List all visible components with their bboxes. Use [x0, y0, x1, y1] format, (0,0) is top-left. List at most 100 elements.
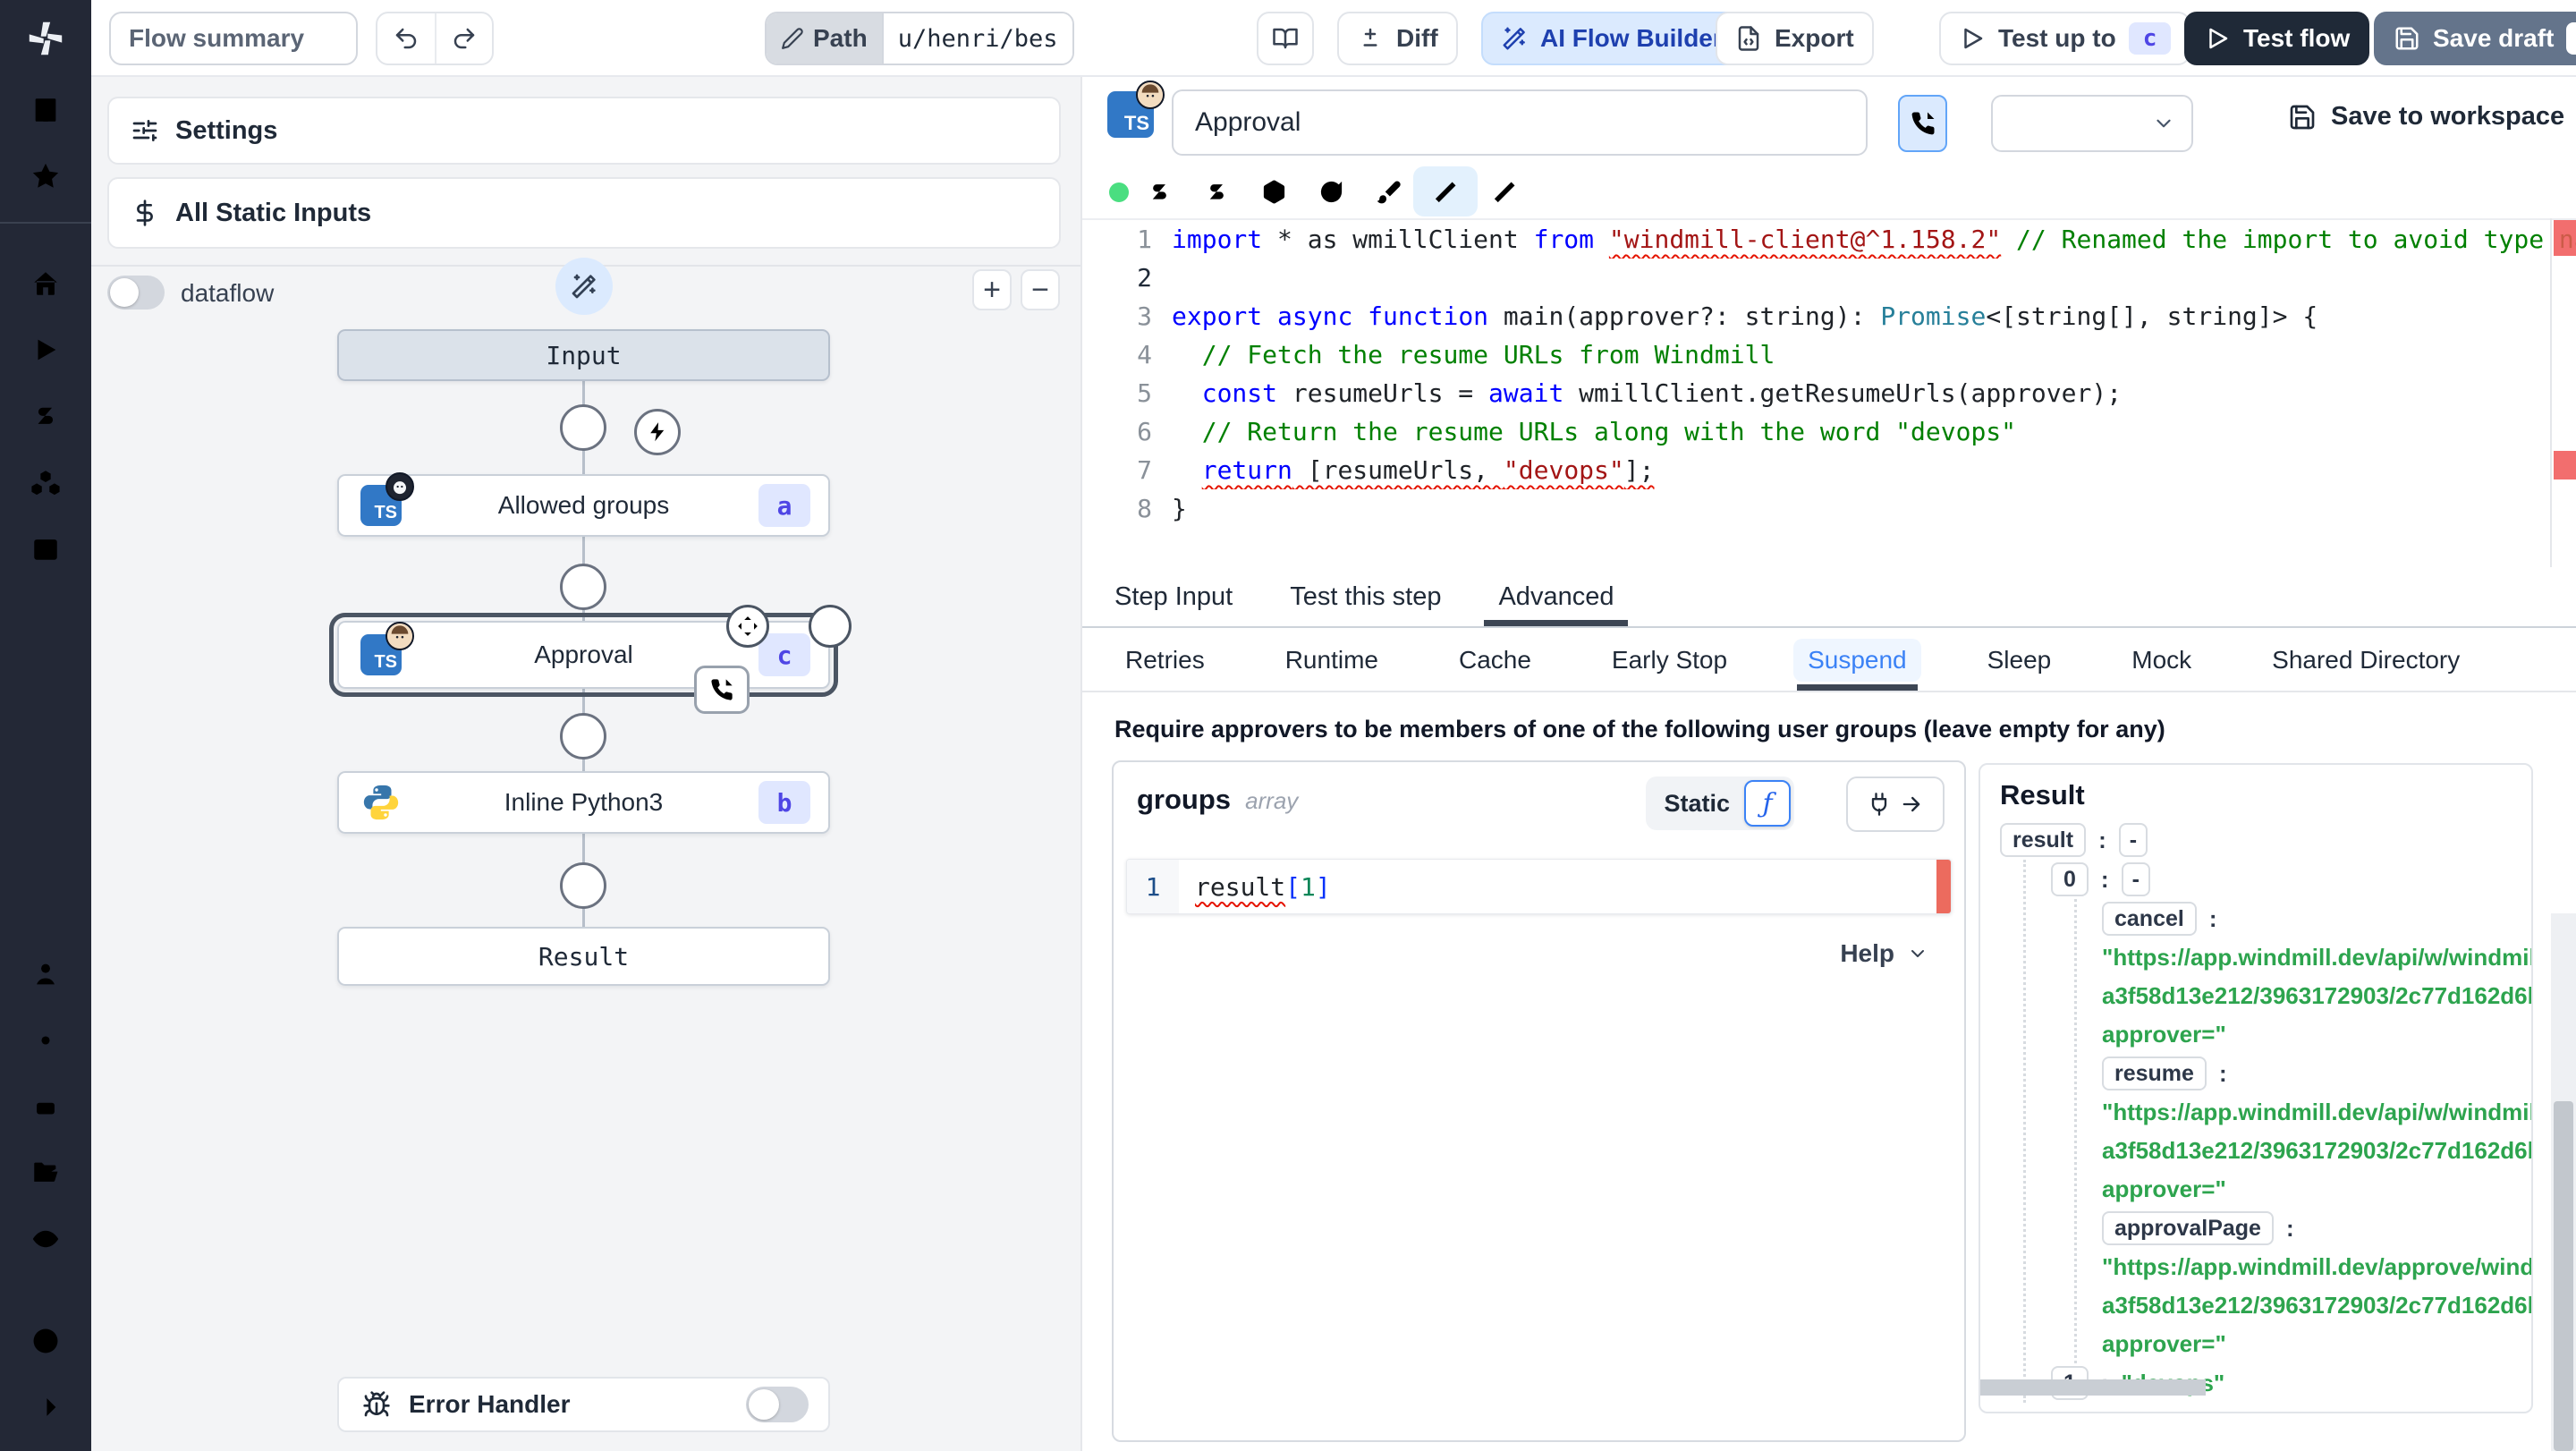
subtab-cache[interactable]: Cache	[1445, 630, 1546, 691]
runs-play-icon[interactable]	[0, 317, 91, 383]
tab-advanced[interactable]: Advanced	[1484, 567, 1629, 626]
result-title: Result	[2000, 779, 2085, 810]
result-row: resume:	[2102, 1054, 2531, 1093]
audit-eye-icon[interactable]	[0, 1206, 91, 1272]
subtab-shared-directory[interactable]: Shared Directory	[2258, 630, 2474, 691]
result-key-pill[interactable]: resume	[2102, 1056, 2207, 1090]
all-static-inputs-button[interactable]: All Static Inputs	[107, 177, 1061, 249]
help-toggle[interactable]: Help	[1840, 939, 1928, 968]
save-draft-button[interactable]: Save draft C	[2374, 12, 2576, 65]
node-inline-python3[interactable]: Inline Python3 b	[337, 771, 830, 834]
error-handler-toggle[interactable]	[746, 1387, 809, 1422]
dollar-icon	[131, 199, 159, 227]
field-type: array	[1245, 787, 1299, 814]
node-result[interactable]: Result	[337, 927, 830, 986]
result-tree: result: -0: - cancel: "https://app.windmill.…	[2000, 820, 2531, 1403]
collapse-toggle[interactable]: -	[2121, 862, 2150, 896]
result-key-pill[interactable]: 0	[2051, 862, 2089, 896]
subtab-sleep[interactable]: Sleep	[1973, 630, 2066, 691]
subtab-retries[interactable]: Retries	[1111, 630, 1219, 691]
docs-book-button[interactable]	[1257, 12, 1314, 65]
expand-arrow-icon[interactable]	[0, 1374, 91, 1440]
redo-button[interactable]	[435, 13, 492, 64]
delete-step-button[interactable]	[809, 605, 852, 648]
path-value[interactable]: u/henri/bes	[881, 13, 1072, 64]
dataflow-label: dataflow	[181, 279, 275, 307]
code-editor[interactable]: 1 import * as wmillClient from "windmill-…	[1082, 218, 2576, 567]
dollar-icon[interactable]	[1199, 174, 1234, 209]
wand-off-icon[interactable]	[1487, 174, 1522, 209]
test-flow-button[interactable]: Test flow	[2184, 12, 2370, 65]
add-step-button[interactable]	[560, 713, 606, 759]
result-value: "https://app.windmill.dev/api/w/windmill…	[2102, 944, 2531, 971]
suspend-phone-button[interactable]	[1898, 95, 1947, 152]
collapse-toggle[interactable]: -	[2118, 823, 2148, 857]
windmill-flow-editor: Path u/henri/bes Diff AI Flow Builder Ex…	[0, 0, 2576, 1451]
test-up-to-button[interactable]: Test up to c	[1939, 12, 2191, 65]
tab-step-input[interactable]: Step Input	[1114, 567, 1233, 626]
line-number: 2	[1137, 263, 1152, 293]
horizontal-scrollbar[interactable]	[1980, 1379, 2206, 1396]
dataflow-toggle[interactable]	[107, 276, 165, 310]
export-button[interactable]: Export	[1716, 12, 1874, 65]
zoom-in-button[interactable]: +	[972, 269, 1012, 310]
library-icon[interactable]	[2488, 174, 2524, 209]
tag-select-dropdown[interactable]	[1991, 95, 2193, 152]
error-handler-card[interactable]: Error Handler	[337, 1377, 830, 1432]
home-icon[interactable]	[0, 250, 91, 317]
diff-button[interactable]: Diff	[1337, 12, 1458, 65]
dollar-icon[interactable]	[1141, 174, 1177, 209]
subtab-suspend[interactable]: Suspend	[1793, 630, 1921, 691]
schedules-calendar-icon[interactable]	[0, 515, 91, 581]
connect-input-button[interactable]	[1846, 776, 1945, 832]
add-step-button[interactable]	[560, 862, 606, 909]
building-icon[interactable]	[0, 77, 91, 143]
ai-assistant-wand-button[interactable]	[1413, 166, 1478, 216]
star-icon[interactable]	[0, 143, 91, 209]
undo-button[interactable]	[377, 13, 435, 64]
groups-expression-editor[interactable]: 1 result[1]	[1126, 859, 1952, 914]
subtab-mock[interactable]: Mock	[2117, 630, 2206, 691]
zoom-out-button[interactable]: −	[1021, 269, 1060, 310]
add-step-button[interactable]	[560, 564, 606, 610]
error-bar	[1936, 860, 1951, 913]
step-name-input[interactable]	[1172, 89, 1868, 156]
user-icon[interactable]	[0, 941, 91, 1007]
function-mode-button[interactable]: ƒ	[1744, 780, 1791, 827]
bug-icon	[362, 1390, 391, 1419]
tab-test-this-step[interactable]: Test this step	[1290, 567, 1441, 626]
windmill-logo[interactable]	[0, 0, 91, 77]
reload-icon[interactable]	[1313, 174, 1349, 209]
vertical-scrollbar[interactable]	[2554, 1101, 2573, 1451]
subtab-early-stop[interactable]: Early Stop	[1597, 630, 1741, 691]
add-trigger-lightning-button[interactable]	[634, 409, 681, 455]
format-brush-icon[interactable]	[1370, 174, 1406, 209]
variables-dollar-icon[interactable]	[0, 383, 91, 449]
undo-redo-group	[376, 12, 494, 65]
resources-boxes-icon[interactable]	[0, 449, 91, 515]
subtab-runtime[interactable]: Runtime	[1271, 630, 1393, 691]
code-line: 4 // Fetch the resume URLs from Windmill	[1082, 335, 2576, 374]
add-step-button[interactable]	[560, 404, 606, 451]
ai-flow-builder-button[interactable]: AI Flow Builder	[1481, 12, 1742, 65]
flow-settings-button[interactable]: Settings	[107, 97, 1061, 165]
settings-gear-icon[interactable]	[0, 1007, 91, 1073]
folders-icon[interactable]	[0, 1140, 91, 1206]
line-number: 4	[1137, 340, 1152, 369]
result-key-pill[interactable]: result	[2000, 823, 2087, 857]
package-icon[interactable]	[1256, 174, 1292, 209]
flow-summary-input[interactable]	[109, 12, 358, 65]
workers-robot-icon[interactable]	[0, 1073, 91, 1140]
result-row: cancel:	[2102, 899, 2531, 938]
node-allowed-groups[interactable]: TS Allowed groups a	[337, 472, 830, 537]
ai-edit-flow-button[interactable]	[555, 258, 613, 315]
path-button[interactable]: Path	[767, 13, 882, 64]
move-step-button[interactable]	[726, 605, 769, 648]
result-key-pill[interactable]: approvalPage	[2102, 1211, 2274, 1245]
help-icon[interactable]	[0, 1308, 91, 1374]
field-name: groups	[1137, 784, 1232, 815]
save-to-workspace-button[interactable]: Save to workspace	[2288, 102, 2564, 132]
node-input[interactable]: Input	[337, 329, 830, 381]
suspend-description: Require approvers to be members of one o…	[1114, 716, 2165, 742]
result-key-pill[interactable]: cancel	[2102, 902, 2197, 936]
